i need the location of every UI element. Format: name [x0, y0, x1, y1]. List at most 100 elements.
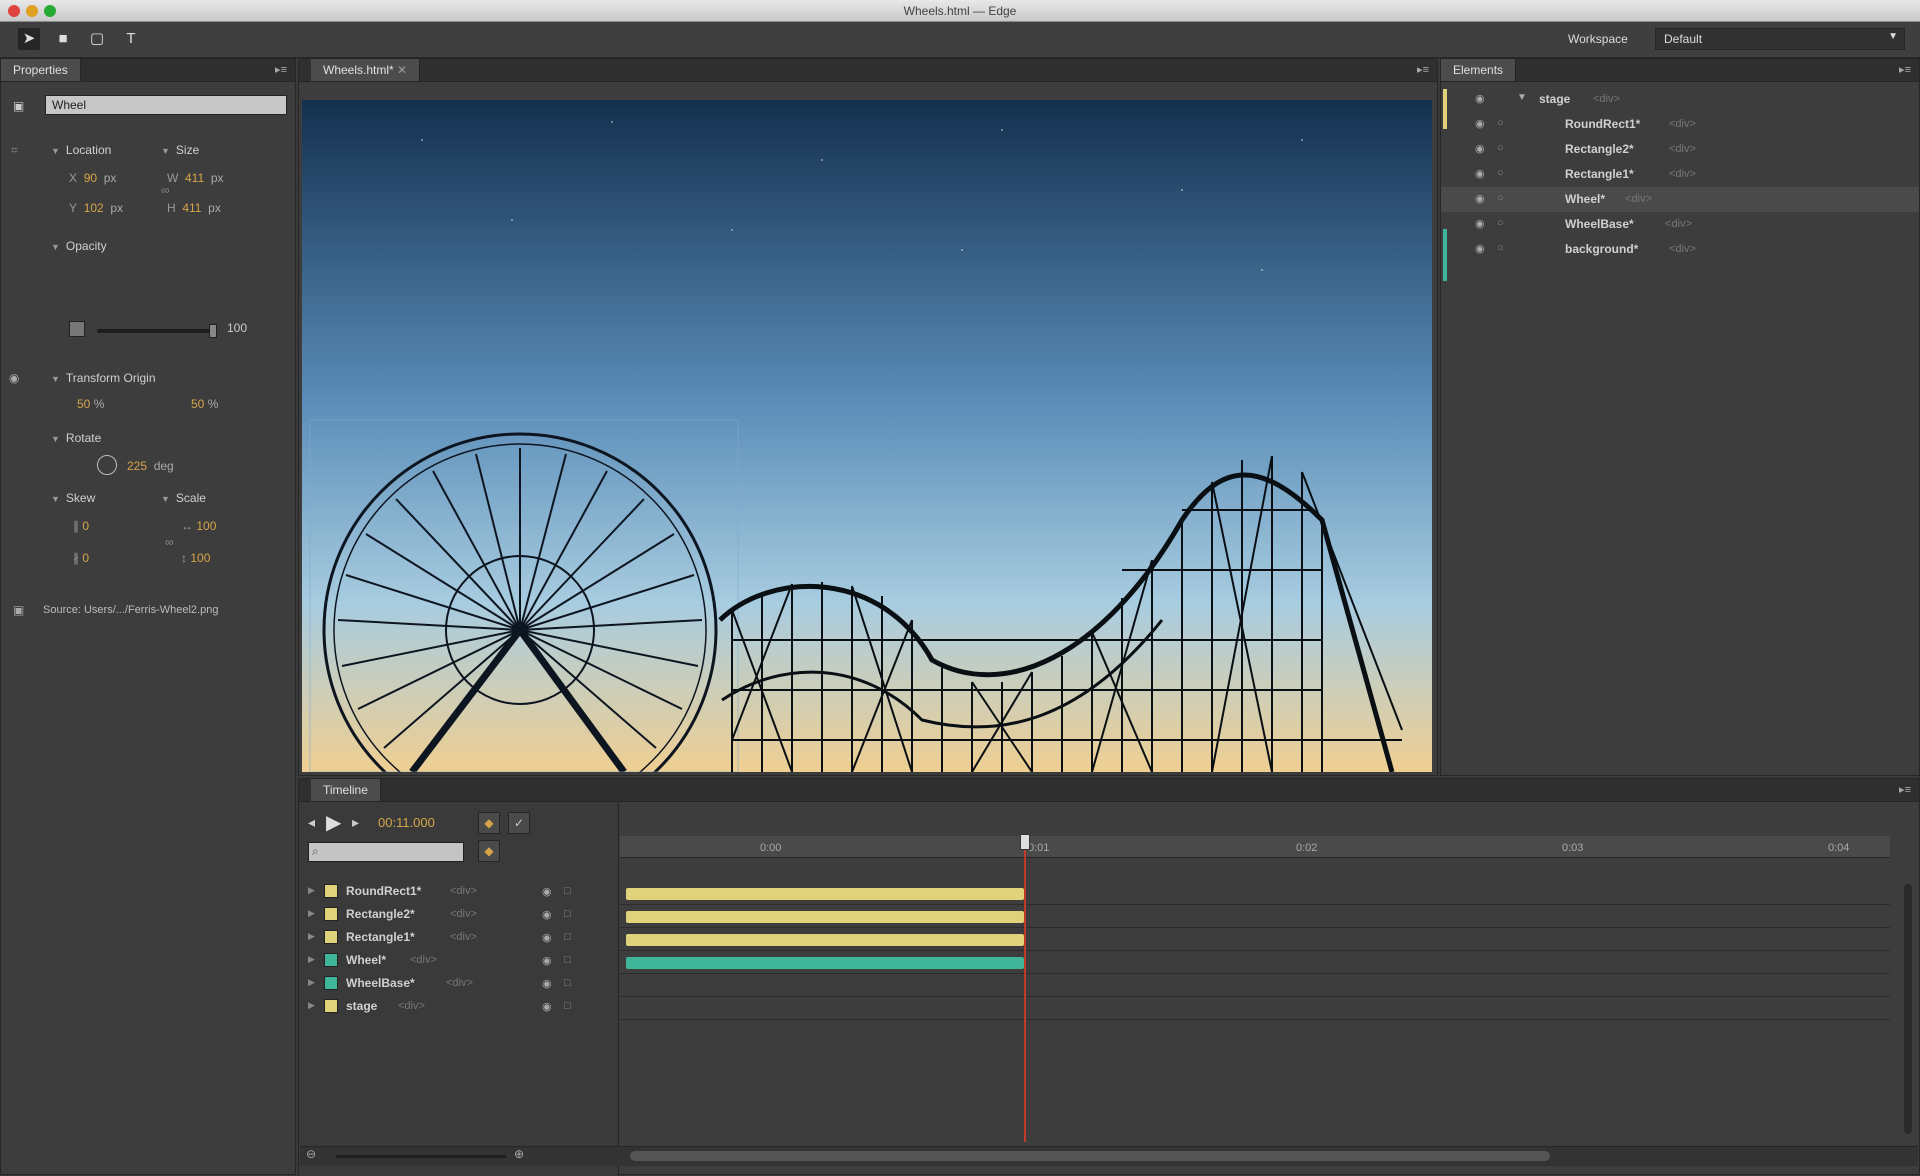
x-field[interactable]: X 90 px — [69, 171, 116, 185]
skew-y-field[interactable]: ∦ 0 — [73, 551, 89, 565]
lock-icon[interactable]: □ — [564, 977, 571, 989]
element-row-roundrect1[interactable]: ◉ ○ RoundRect1* <div> — [1441, 112, 1919, 137]
link-scale-icon[interactable]: ∞ — [165, 535, 174, 549]
track-row[interactable] — [620, 997, 1890, 1020]
opacity-toggle[interactable] — [69, 321, 85, 337]
timeline-zoom-slider[interactable] — [336, 1155, 506, 1158]
scale-heading[interactable]: ▼ Scale — [161, 491, 206, 505]
element-row-rectangle2[interactable]: ◉ ○ Rectangle2* <div> — [1441, 137, 1919, 162]
lock-icon[interactable]: ○ — [1497, 192, 1504, 204]
eye-icon[interactable]: ◉ — [1475, 117, 1485, 130]
eye-icon[interactable]: ◉ — [542, 1000, 552, 1013]
w-field[interactable]: W 411 px — [167, 171, 224, 185]
opacity-value[interactable]: 100 — [227, 321, 247, 335]
timeline-layer-rectangle1[interactable]: ▶ Rectangle1* <div> ◉ □ — [302, 926, 612, 949]
animation-bar-wheel[interactable] — [626, 957, 1024, 969]
element-row-rectangle1[interactable]: ◉ ○ Rectangle1* <div> — [1441, 162, 1919, 187]
eye-icon[interactable]: ◉ — [542, 954, 552, 967]
zoom-out-icon[interactable]: ⊖ — [306, 1147, 316, 1161]
expand-triangle-icon[interactable]: ▶ — [308, 954, 315, 965]
timeline-layer-wheel[interactable]: ▶ Wheel* <div> ◉ □ — [302, 949, 612, 972]
eye-icon[interactable]: ◉ — [542, 977, 552, 990]
y-field[interactable]: Y 102 px — [69, 201, 123, 215]
scale-y-field[interactable]: ↕ 100 — [181, 551, 210, 565]
elements-panel: Elements ▸≡ ◉ ▼ stage <div> ◉ ○ RoundRec… — [1440, 58, 1920, 776]
eye-icon[interactable]: ◉ — [1475, 142, 1485, 155]
rotate-dial-icon[interactable] — [97, 455, 117, 475]
element-row-background[interactable]: ◉ ○ background* <div> — [1441, 237, 1919, 262]
timeline-vertical-scrollbar[interactable] — [1904, 884, 1912, 1134]
panel-menu-icon[interactable]: ▸≡ — [275, 63, 287, 76]
playhead[interactable] — [1024, 836, 1026, 1142]
location-heading[interactable]: ▼ Location — [51, 143, 111, 157]
element-name-field[interactable]: Wheel — [45, 95, 287, 115]
expand-triangle-icon[interactable]: ▶ — [308, 1000, 315, 1011]
timeline-horizontal-scrollbar[interactable] — [630, 1151, 1550, 1161]
tab-properties[interactable]: Properties — [1, 59, 81, 81]
selection-tool-icon[interactable]: ➤ — [18, 28, 40, 50]
lock-icon[interactable]: ○ — [1497, 242, 1504, 254]
lock-icon[interactable]: ○ — [1497, 217, 1504, 229]
rounded-rectangle-tool-icon[interactable]: ▢ — [86, 28, 108, 50]
lock-icon[interactable]: ○ — [1497, 117, 1504, 129]
tab-elements[interactable]: Elements — [1441, 59, 1517, 81]
element-row-wheel[interactable]: ◉ ○ Wheel* <div> — [1441, 187, 1919, 212]
element-row-wheelbase[interactable]: ◉ ○ WheelBase* <div> — [1441, 212, 1919, 237]
lock-icon[interactable]: □ — [564, 908, 571, 920]
eye-icon[interactable]: ◉ — [542, 908, 552, 921]
text-tool-icon[interactable]: T — [120, 28, 142, 50]
timeline-layer-stage[interactable]: ▶ stage <div> ◉ □ — [302, 995, 612, 1018]
eye-icon[interactable]: ◉ — [1475, 92, 1485, 105]
eye-icon[interactable]: ◉ — [1475, 217, 1485, 230]
eye-icon[interactable]: ◉ — [1475, 192, 1485, 205]
rotate-field[interactable]: 225 deg — [127, 459, 174, 473]
skew-heading[interactable]: ▼ Skew — [51, 491, 95, 505]
expand-triangle-icon[interactable]: ▼ — [1517, 92, 1527, 103]
eye-icon[interactable]: ◉ — [1475, 167, 1485, 180]
expand-triangle-icon[interactable]: ▶ — [308, 908, 315, 919]
time-ruler[interactable] — [620, 836, 1890, 858]
workspace-select[interactable]: Default ▼ — [1655, 28, 1905, 50]
lock-icon[interactable]: ○ — [1497, 167, 1504, 179]
rectangle-tool-icon[interactable]: ■ — [52, 28, 74, 50]
zoom-in-icon[interactable]: ⊕ — [514, 1147, 524, 1161]
track-row[interactable] — [620, 974, 1890, 997]
eye-icon[interactable]: ◉ — [542, 885, 552, 898]
size-heading[interactable]: ▼ Size — [161, 143, 199, 157]
link-dimensions-icon[interactable]: ∞ — [161, 183, 170, 197]
workspace-label: Workspace — [1568, 32, 1628, 46]
transform-origin-heading[interactable]: ▼ Transform Origin — [51, 371, 156, 385]
lock-icon[interactable]: □ — [564, 931, 571, 943]
timeline-layer-rectangle2[interactable]: ▶ Rectangle2* <div> ◉ □ — [302, 903, 612, 926]
opacity-slider-handle[interactable] — [209, 324, 217, 338]
lock-icon[interactable]: □ — [564, 885, 571, 897]
h-field[interactable]: H 411 px — [167, 201, 221, 215]
timeline-layer-roundrect1[interactable]: ▶ RoundRect1* <div> ◉ □ — [302, 880, 612, 903]
lock-icon[interactable]: ○ — [1497, 142, 1504, 154]
animation-bar-rectangle2[interactable] — [626, 911, 1024, 923]
origin-x-field[interactable]: 50 % — [77, 397, 104, 411]
timeline-layer-wheelbase[interactable]: ▶ WheelBase* <div> ◉ □ — [302, 972, 612, 995]
playhead-handle[interactable] — [1020, 834, 1030, 850]
expand-triangle-icon[interactable]: ▶ — [308, 885, 315, 896]
animation-bar-rectangle1[interactable] — [626, 934, 1024, 946]
opacity-heading[interactable]: ▼ Opacity — [51, 239, 107, 253]
eye-icon[interactable]: ◉ — [1475, 242, 1485, 255]
element-row-stage[interactable]: ◉ ▼ stage <div> — [1441, 87, 1919, 112]
opacity-slider[interactable] — [97, 329, 217, 333]
expand-triangle-icon[interactable]: ▶ — [308, 977, 315, 988]
ruler-label: 0:04 — [1828, 842, 1850, 854]
source-path[interactable]: Source: Users/.../Ferris-Wheel2.png — [43, 604, 218, 616]
lock-icon[interactable]: □ — [564, 954, 571, 966]
skew-x-field[interactable]: ∥ 0 — [73, 519, 89, 533]
lock-icon[interactable]: □ — [564, 1000, 571, 1012]
origin-y-field[interactable]: 50 % — [191, 397, 218, 411]
expand-triangle-icon[interactable]: ▶ — [308, 931, 315, 942]
animation-bar-roundrect1[interactable] — [626, 888, 1024, 900]
scale-x-field[interactable]: ↔ 100 — [181, 519, 216, 533]
elements-panel-menu-icon[interactable]: ▸≡ — [1899, 63, 1911, 76]
timeline-panel-menu-icon[interactable]: ▸≡ — [1899, 783, 1911, 796]
rotate-heading[interactable]: ▼ Rotate — [51, 431, 101, 445]
eye-icon[interactable]: ◉ — [542, 931, 552, 944]
stage-panel-menu-icon[interactable]: ▸≡ — [1417, 63, 1429, 76]
